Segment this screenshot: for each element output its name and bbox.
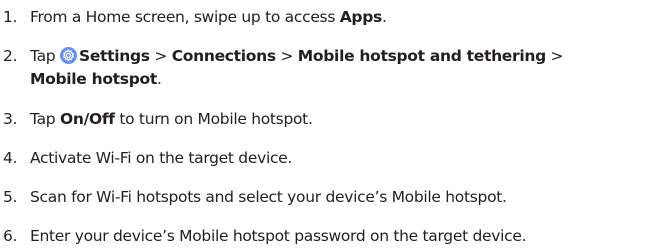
step-2: 2. Tap Settings > Connections > Mobile h… (0, 45, 564, 91)
step-number: 4. (3, 149, 18, 167)
mobile-hotspot-label: Mobile hotspot (30, 70, 157, 88)
apps-label: Apps (339, 8, 383, 26)
separator: > (275, 47, 298, 65)
settings-gear-icon (59, 47, 77, 64)
step-number: 5. (3, 188, 18, 206)
step-6: 6. Enter your device’s Mobile hotspot pa… (0, 225, 527, 248)
connections-label: Connections (171, 47, 276, 65)
settings-label: Settings (78, 47, 150, 65)
step-text: . (156, 70, 162, 88)
step-text: . (381, 8, 387, 26)
separator: > (545, 47, 564, 65)
step-1: 1. From a Home screen, swipe up to acces… (0, 6, 387, 29)
step-text: From a Home screen, swipe up to access (30, 8, 340, 26)
on-off-label: On/Off (59, 110, 115, 128)
step-text: Tap (30, 110, 60, 128)
step-text: Scan for Wi-Fi hotspots and select your … (30, 188, 507, 206)
step-number: 6. (3, 227, 18, 245)
step-3: 3. Tap On/Off to turn on Mobile hotspot. (0, 108, 313, 131)
step-text: Tap (30, 47, 60, 65)
step-4: 4. Activate Wi-Fi on the target device. (0, 147, 292, 170)
step-number: 1. (3, 8, 18, 26)
step-text: Enter your device’s Mobile hotspot passw… (30, 227, 527, 245)
mobile-hotspot-tethering-label: Mobile hotspot and tethering (297, 47, 546, 65)
step-number: 2. (3, 47, 18, 65)
step-5: 5. Scan for Wi-Fi hotspots and select yo… (0, 186, 507, 209)
step-number: 3. (3, 110, 18, 128)
separator: > (149, 47, 172, 65)
step-text: to turn on Mobile hotspot. (114, 110, 313, 128)
step-text: Activate Wi-Fi on the target device. (30, 149, 293, 167)
